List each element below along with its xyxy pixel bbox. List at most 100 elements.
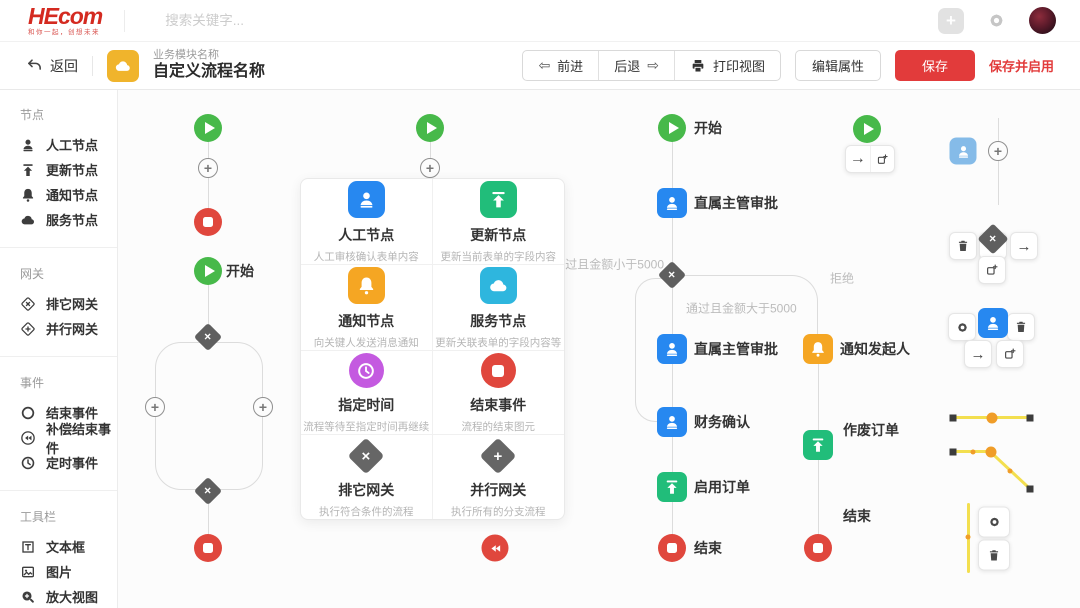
person-icon (955, 143, 971, 159)
node-palette-panel: 人工节点 人工审核确认表单内容 更新节点 更新当前表单的字段内容 通知节点 向关… (300, 178, 565, 520)
sidebar-item-manual-node[interactable]: 人工节点 (20, 132, 117, 157)
delete-button[interactable] (978, 540, 1010, 571)
start-event-node[interactable] (658, 114, 686, 142)
backward-button[interactable]: 后退 ⇨ (598, 51, 674, 80)
settings-gear-icon[interactable] (986, 10, 1007, 31)
palette-item-end-event[interactable]: 结束事件 流程的结束图元 (433, 351, 565, 435)
sidebar-item-zoom-in[interactable]: 放大视图 (20, 584, 117, 608)
sidebar-item-exclusive-gateway[interactable]: 排它网关 (20, 291, 117, 316)
add-button[interactable]: + (938, 8, 964, 34)
plus-connector-button[interactable]: + (420, 158, 440, 178)
palette-item-update-node[interactable]: 更新节点 更新当前表单的字段内容 (433, 179, 565, 265)
parallel-gateway-icon (20, 321, 36, 337)
node-label: 开始 (226, 261, 254, 281)
end-event-node[interactable] (194, 534, 222, 562)
sidebar-divider (0, 490, 117, 491)
connector-bend-handle[interactable] (986, 447, 997, 458)
update-node[interactable] (657, 472, 687, 502)
delete-button[interactable] (949, 232, 977, 260)
clone-button[interactable] (996, 340, 1024, 368)
sidebar-item-image[interactable]: 图片 (20, 559, 117, 584)
sidebar-section-nodes: 节点 人工节点 更新节点 通知节点 服务节点 (0, 96, 117, 240)
sidebar-section-tools: 工具栏 文本框 图片 放大视图 缩小视图 查看帮助 (0, 498, 117, 608)
clone-button[interactable] (978, 256, 1006, 284)
connect-arrow-button[interactable]: → (1010, 232, 1038, 260)
forward-button[interactable]: ⇦ 前进 (523, 51, 598, 80)
plus-connector-button[interactable]: + (198, 158, 218, 178)
page-title: 自定义流程名称 (153, 62, 265, 82)
exclusive-gateway-icon: × (348, 437, 385, 474)
search-input[interactable] (165, 13, 425, 28)
connector-endpoint-handle[interactable] (950, 415, 957, 422)
print-view-button[interactable]: 打印视图 (674, 51, 780, 80)
delete-button[interactable] (1007, 313, 1035, 341)
toolbar-right: ⇦ 前进 后退 ⇨ 打印视图 编辑属性 保存 保存并启用 (522, 50, 1054, 81)
condition-label: 拒绝 (830, 270, 854, 287)
start-event-node[interactable] (416, 114, 444, 142)
sidebar-item-textbox[interactable]: 文本框 (20, 534, 117, 559)
section-title: 节点 (20, 106, 117, 123)
manual-node[interactable] (657, 407, 687, 437)
start-event-node[interactable] (853, 115, 881, 143)
palette-item-timer[interactable]: 指定时间 流程等待至指定时间再继续 (301, 351, 433, 435)
copy-icon (985, 263, 999, 277)
image-icon (20, 564, 36, 580)
cloud-icon (114, 57, 132, 75)
copy-icon (1003, 347, 1017, 361)
sidebar-item-service-node[interactable]: 服务节点 (20, 207, 117, 232)
back-button[interactable]: 返回 (26, 56, 78, 76)
palette-item-service-node[interactable]: 服务节点 更新关联表单的字段内容等 (433, 265, 565, 351)
connector-line (998, 118, 999, 205)
connector-endpoint-handle[interactable] (950, 449, 957, 456)
end-event-node[interactable] (658, 534, 686, 562)
manual-node[interactable] (657, 188, 687, 218)
connect-arrow-button[interactable]: → (846, 146, 870, 172)
connector-midpoint-handle[interactable] (987, 413, 998, 424)
edit-properties-button[interactable]: 编辑属性 (795, 50, 881, 81)
sidebar-item-update-node[interactable]: 更新节点 (20, 157, 117, 182)
sidebar-item-compensate-end-event[interactable]: 补偿结束事件 (20, 425, 117, 450)
compensate-end-event-node[interactable] (482, 535, 509, 562)
toolbar-separator (92, 56, 93, 76)
end-event-node[interactable] (194, 208, 222, 236)
notify-node[interactable] (803, 334, 833, 364)
settings-button[interactable] (978, 507, 1010, 538)
flow-canvas[interactable]: + 开始 × + + × + 人工节点 人工审核确认表单内容 (118, 90, 1080, 608)
start-event-node[interactable] (194, 257, 222, 285)
node-label: 开始 (694, 118, 722, 138)
save-button[interactable]: 保存 (895, 50, 975, 81)
manual-node[interactable] (950, 138, 977, 165)
node-label: 通知发起人 (840, 339, 910, 359)
plus-connector-button[interactable]: + (988, 141, 1008, 161)
plus-connector-button[interactable]: + (253, 397, 273, 417)
manual-node[interactable] (657, 334, 687, 364)
manual-node[interactable] (978, 308, 1008, 338)
connector-point[interactable] (966, 535, 971, 540)
node-label: 启用订单 (694, 477, 750, 497)
end-event-node[interactable] (804, 534, 832, 562)
connect-arrow-button[interactable]: → (964, 340, 992, 368)
sidebar-item-notify-node[interactable]: 通知节点 (20, 182, 117, 207)
palette-item-manual-node[interactable]: 人工节点 人工审核确认表单内容 (301, 179, 433, 265)
gear-icon (987, 515, 1002, 530)
sidebar-item-parallel-gateway[interactable]: 并行网关 (20, 316, 117, 341)
palette-item-parallel-gateway[interactable]: + 并行网关 执行所有的分支流程 (433, 435, 565, 519)
zoom-in-icon (20, 589, 36, 605)
sidebar-divider (0, 356, 117, 357)
arrow-right-icon: ⇨ (647, 57, 659, 74)
save-and-enable-button[interactable]: 保存并启用 (989, 56, 1054, 75)
plus-connector-button[interactable]: + (145, 397, 165, 417)
update-node[interactable] (803, 430, 833, 460)
connector-point[interactable] (1008, 469, 1013, 474)
palette-item-notify-node[interactable]: 通知节点 向关键人发送消息通知 (301, 265, 433, 351)
start-event-node[interactable] (194, 114, 222, 142)
connector-point[interactable] (971, 450, 976, 455)
node-label: 结束 (843, 506, 871, 526)
palette-item-exclusive-gateway[interactable]: × 排它网关 执行符合条件的流程 (301, 435, 433, 519)
connector-endpoint-handle[interactable] (1027, 415, 1034, 422)
connector-endpoint-handle[interactable] (1027, 486, 1034, 493)
user-avatar[interactable] (1029, 7, 1056, 34)
person-icon (984, 314, 1002, 332)
clone-button[interactable] (870, 146, 895, 172)
settings-button[interactable] (948, 313, 976, 341)
